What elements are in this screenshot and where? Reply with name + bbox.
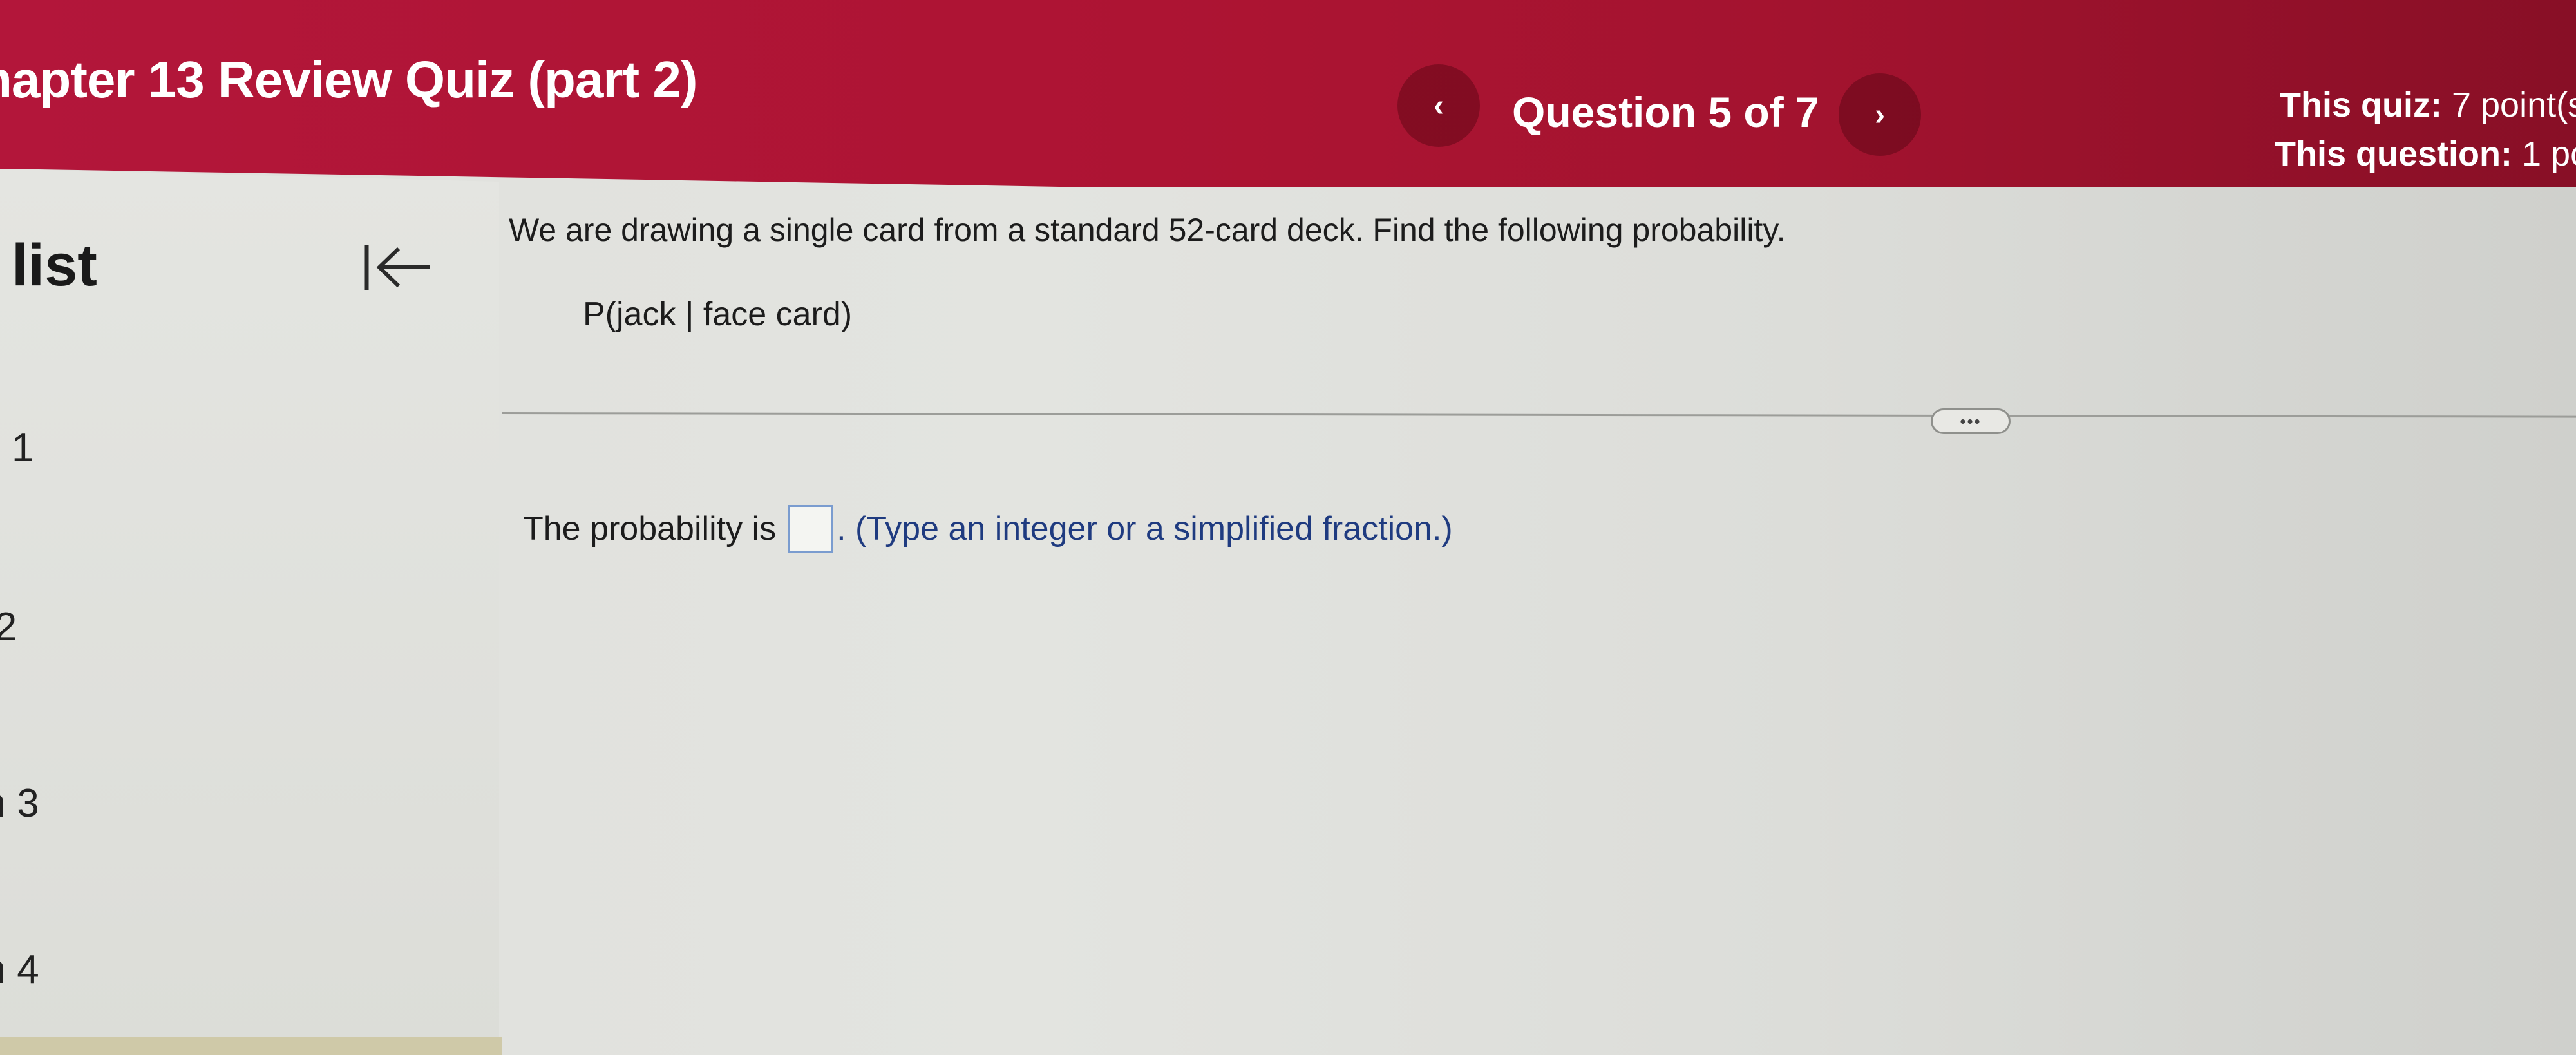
- question-prompt: We are drawing a single card from a stan…: [509, 212, 1786, 248]
- quiz-page: hapter 13 Review Quiz (part 2) ‹ Questio…: [0, 0, 2576, 1055]
- chevron-left-icon: ‹: [1434, 88, 1444, 123]
- section-divider: [502, 412, 2576, 418]
- sidebar-item-question-3[interactable]: on 3: [0, 781, 39, 826]
- answer-prefix: The probability is: [523, 510, 777, 547]
- more-options-button[interactable]: •••: [1931, 408, 2011, 434]
- next-question-button[interactable]: ›: [1839, 73, 1921, 156]
- quiz-score: This quiz: 7 point(s): [2280, 85, 2576, 125]
- sidebar-item-question-4[interactable]: on 4: [0, 947, 39, 993]
- chevron-right-icon: ›: [1875, 97, 1885, 132]
- ellipsis-icon: •••: [1960, 412, 1982, 431]
- sidebar-title: list: [12, 233, 97, 298]
- quiz-header: hapter 13 Review Quiz (part 2) ‹ Questio…: [0, 0, 2576, 187]
- question-counter: Question 5 of 7: [1512, 88, 1819, 136]
- question-score-label: This question:: [2275, 135, 2512, 173]
- question-score-value: 1 poi: [2522, 135, 2576, 173]
- collapse-left-icon[interactable]: [357, 238, 435, 296]
- sidebar-item-question-2[interactable]: n 2: [0, 604, 17, 650]
- question-list-sidebar: [0, 169, 499, 1055]
- quiz-score-label: This quiz:: [2280, 86, 2442, 124]
- sidebar-item-question-1[interactable]: 1: [12, 425, 33, 471]
- answer-hint: . (Type an integer or a simplified fract…: [837, 510, 1453, 547]
- previous-question-button[interactable]: ‹: [1397, 64, 1480, 147]
- quiz-score-value: 7 point(s): [2451, 86, 2576, 124]
- sidebar-footer-strip: [0, 1037, 502, 1055]
- answer-row: The probability is . (Type an integer or…: [523, 505, 1453, 553]
- probability-expression: P(jack | face card): [583, 296, 853, 333]
- quiz-title: hapter 13 Review Quiz (part 2): [0, 51, 698, 108]
- question-score: This question: 1 poi: [2275, 134, 2576, 174]
- answer-input[interactable]: [788, 505, 833, 553]
